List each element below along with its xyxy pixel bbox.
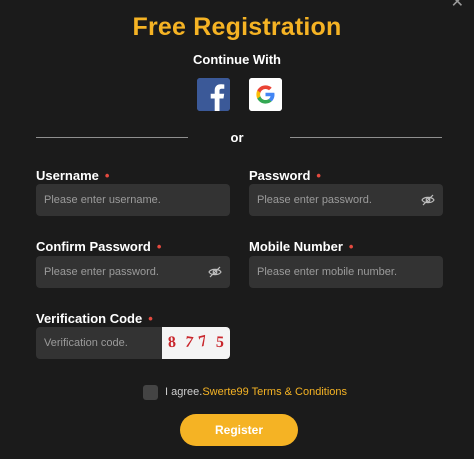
confirm-password-input[interactable]	[36, 256, 230, 288]
mobile-field-box	[249, 256, 443, 288]
required-marker: •	[104, 168, 110, 183]
username-field-box	[36, 184, 230, 216]
verification-code-label-text: Verification Code	[36, 311, 143, 326]
facebook-login-button[interactable]	[197, 78, 230, 111]
captcha-char: 7	[183, 333, 195, 352]
mobile-number-label: Mobile Number •	[249, 239, 353, 254]
close-icon[interactable]: ✕	[451, 0, 464, 12]
terms-link[interactable]: Swerte99 Terms & Conditions	[202, 386, 347, 398]
verification-field-box	[36, 327, 164, 359]
terms-text: I agree.Swerte99 Terms & Conditions	[165, 386, 347, 398]
continue-with-label: Continue With	[193, 52, 281, 67]
captcha-image[interactable]: 8 7 7 5	[162, 327, 230, 359]
password-input[interactable]	[249, 184, 443, 216]
required-marker: •	[348, 239, 354, 254]
password-label-text: Password	[249, 168, 311, 183]
captcha-char: 8	[167, 333, 177, 352]
divider-right	[290, 137, 442, 138]
eye-off-icon[interactable]	[421, 193, 435, 207]
password-label: Password •	[249, 168, 321, 183]
confirm-password-label: Confirm Password •	[36, 239, 161, 254]
verification-code-input[interactable]	[36, 327, 164, 359]
mobile-number-input[interactable]	[249, 256, 443, 288]
facebook-icon	[197, 78, 230, 111]
confirm-password-label-text: Confirm Password	[36, 239, 151, 254]
username-label-text: Username	[36, 168, 99, 183]
required-marker: •	[156, 239, 162, 254]
password-field-box	[249, 184, 443, 216]
captcha-char: 5	[215, 333, 225, 352]
required-marker: •	[148, 311, 153, 326]
username-label: Username •	[36, 168, 109, 183]
mobile-number-label-text: Mobile Number	[249, 239, 343, 254]
google-login-button[interactable]	[249, 78, 282, 111]
page-title: Free Registration	[132, 13, 342, 41]
register-button[interactable]: Register	[180, 414, 298, 446]
google-icon	[249, 78, 282, 111]
agree-checkbox[interactable]	[143, 385, 158, 400]
verification-code-label: Verification Code •	[36, 311, 153, 326]
required-marker: •	[316, 168, 321, 183]
eye-off-icon[interactable]	[208, 265, 222, 279]
confirm-password-field-box	[36, 256, 230, 288]
username-input[interactable]	[36, 184, 230, 216]
captcha-char: 7	[196, 332, 209, 351]
terms-prefix: I agree.	[165, 386, 203, 398]
